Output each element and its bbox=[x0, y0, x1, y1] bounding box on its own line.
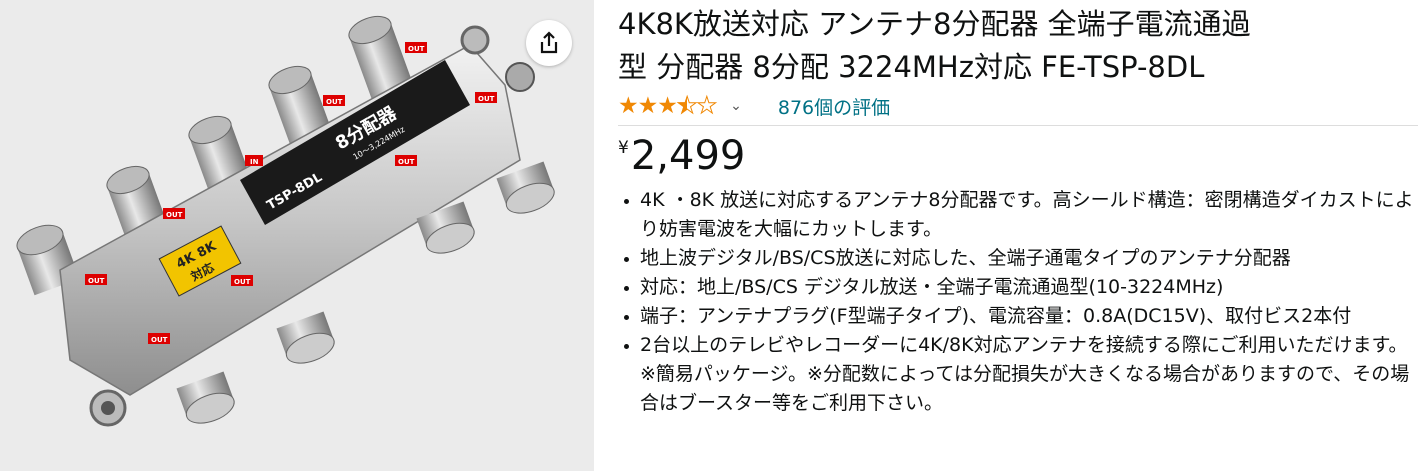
product-title: 4K8K放送対応 アンテナ8分配器 全端子電流通過 型 分配器 8分配 3224… bbox=[618, 3, 1418, 89]
ratings-count-link[interactable]: 876個の評価 bbox=[778, 93, 890, 120]
product-image-panel[interactable]: 4K 8K 対応 8分配器 10～3,224MHz TSP-8DL OUT OU… bbox=[0, 0, 594, 471]
feature-bullet: 4K ・8K 放送に対応するアンテナ8分配器です。高シールド構造：密閉構造ダイカ… bbox=[640, 186, 1418, 244]
feature-bullet: 対応：地上/BS/CS デジタル放送・全端子電流通過型(10-3224MHz) bbox=[640, 273, 1418, 302]
product-title-line2: 型 分配器 8分配 3224MHz対応 FE-TSP-8DL bbox=[618, 50, 1205, 84]
price-symbol: ¥ bbox=[618, 138, 629, 158]
share-button[interactable] bbox=[526, 20, 572, 66]
svg-text:IN: IN bbox=[250, 158, 259, 166]
feature-bullets: 4K ・8K 放送に対応するアンテナ8分配器です。高シールド構造：密閉構造ダイカ… bbox=[618, 186, 1418, 418]
feature-bullet: 2台以上のテレビやレコーダーに4K/8K対応アンテナを接続する際にご利用いただけ… bbox=[640, 331, 1418, 418]
feature-bullet: 端子：アンテナプラグ(F型端子タイプ)、電流容量：0.8A(DC15V)、取付ビ… bbox=[640, 302, 1418, 331]
product-image-splitter: 4K 8K 対応 8分配器 10～3,224MHz TSP-8DL OUT OU… bbox=[16, 15, 555, 427]
price-amount: 2,499 bbox=[630, 133, 746, 179]
star-icon: ★ bbox=[676, 93, 698, 120]
svg-text:OUT: OUT bbox=[234, 278, 251, 286]
divider bbox=[618, 125, 1418, 126]
star-icon: ★ bbox=[696, 93, 718, 120]
star-icon: ★ bbox=[657, 93, 678, 119]
star-icon: ★ bbox=[637, 93, 659, 119]
svg-text:OUT: OUT bbox=[398, 158, 415, 166]
star-rating[interactable]: ★ ★ ★ ★ ★ bbox=[618, 93, 718, 120]
share-icon bbox=[540, 31, 558, 54]
svg-text:OUT: OUT bbox=[88, 277, 105, 285]
product-info: 4K8K放送対応 アンテナ8分配器 全端子電流通過 型 分配器 8分配 3224… bbox=[618, 0, 1418, 418]
svg-text:OUT: OUT bbox=[166, 211, 183, 219]
product-title-line1: 4K8K放送対応 アンテナ8分配器 全端子電流通過 bbox=[618, 7, 1251, 41]
rating-row: ★ ★ ★ ★ ★ ⌄ 876個の評価 bbox=[618, 91, 1418, 121]
svg-text:OUT: OUT bbox=[478, 95, 495, 103]
svg-text:OUT: OUT bbox=[408, 45, 425, 53]
feature-bullet: 地上波デジタル/BS/CS放送に対応した、全端子通電タイプのアンテナ分配器 bbox=[640, 244, 1418, 273]
svg-text:OUT: OUT bbox=[151, 336, 168, 344]
star-icon: ★ bbox=[618, 93, 639, 119]
chevron-down-icon[interactable]: ⌄ bbox=[730, 98, 742, 114]
price: ¥ 2,499 bbox=[618, 132, 1418, 182]
svg-text:OUT: OUT bbox=[326, 98, 343, 106]
